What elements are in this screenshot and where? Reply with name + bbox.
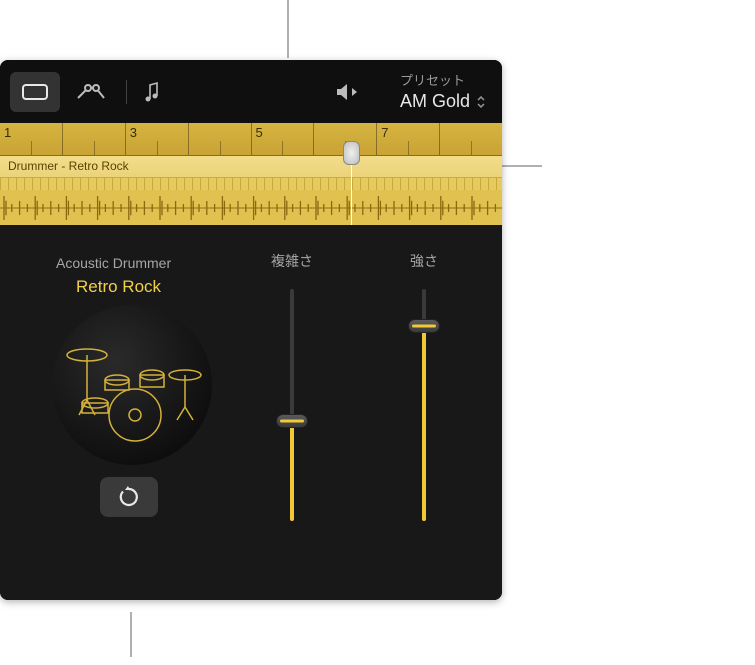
speaker-play-icon xyxy=(335,81,359,103)
complexity-label: 複雑さ xyxy=(262,251,322,271)
notes-button[interactable] xyxy=(137,72,167,112)
updown-chevron-icon xyxy=(476,95,486,109)
intensity-slider[interactable] xyxy=(420,289,428,521)
drummer-editor-window: プリセット AM Gold 1 3 5 7 Drummer - Retro Ro… xyxy=(0,60,502,600)
preset-label: プリセット xyxy=(400,70,486,89)
divider xyxy=(126,80,127,104)
notes-icon xyxy=(145,81,159,103)
slider-thumb[interactable] xyxy=(276,414,308,428)
preview-button[interactable] xyxy=(332,72,362,112)
complexity-slider[interactable] xyxy=(288,289,296,521)
automation-curve-icon xyxy=(76,82,106,102)
track-title: Drummer - Retro Rock xyxy=(0,156,502,178)
waveform xyxy=(0,190,502,225)
callout-line xyxy=(287,0,289,58)
callout-line xyxy=(130,612,132,657)
drum-kit-thumbnail[interactable] xyxy=(52,305,212,465)
reload-icon xyxy=(117,485,141,509)
region-icon xyxy=(22,82,48,102)
drummer-editor: Acoustic Drummer Retro Rock xyxy=(0,225,502,600)
timeline-ruler[interactable]: 1 3 5 7 xyxy=(0,123,502,156)
slider-fill xyxy=(290,421,294,521)
regenerate-button[interactable] xyxy=(100,477,158,517)
preset-value: AM Gold xyxy=(400,91,470,112)
automation-button[interactable] xyxy=(66,72,116,112)
drummer-style[interactable]: Retro Rock xyxy=(76,277,161,297)
complexity-slider-group: 複雑さ xyxy=(262,251,322,521)
bar-number: 5 xyxy=(256,125,263,140)
playhead[interactable] xyxy=(351,156,352,225)
region-view-button[interactable] xyxy=(10,72,60,112)
intensity-label: 強さ xyxy=(394,251,454,271)
bar-number: 3 xyxy=(130,125,137,140)
tick-marks xyxy=(0,178,502,190)
intensity-slider-group: 強さ xyxy=(394,251,454,521)
slider-thumb[interactable] xyxy=(408,319,440,333)
toolbar: プリセット AM Gold xyxy=(0,60,502,123)
bar-number: 1 xyxy=(4,125,11,140)
preset-selector[interactable]: プリセット AM Gold xyxy=(400,70,486,112)
playhead-handle[interactable] xyxy=(343,141,360,165)
bar-number: 7 xyxy=(381,125,388,140)
slider-fill xyxy=(422,326,426,521)
drum-kit-icon xyxy=(57,325,207,445)
track-region[interactable]: Drummer - Retro Rock xyxy=(0,156,502,225)
drummer-category: Acoustic Drummer xyxy=(56,255,171,271)
